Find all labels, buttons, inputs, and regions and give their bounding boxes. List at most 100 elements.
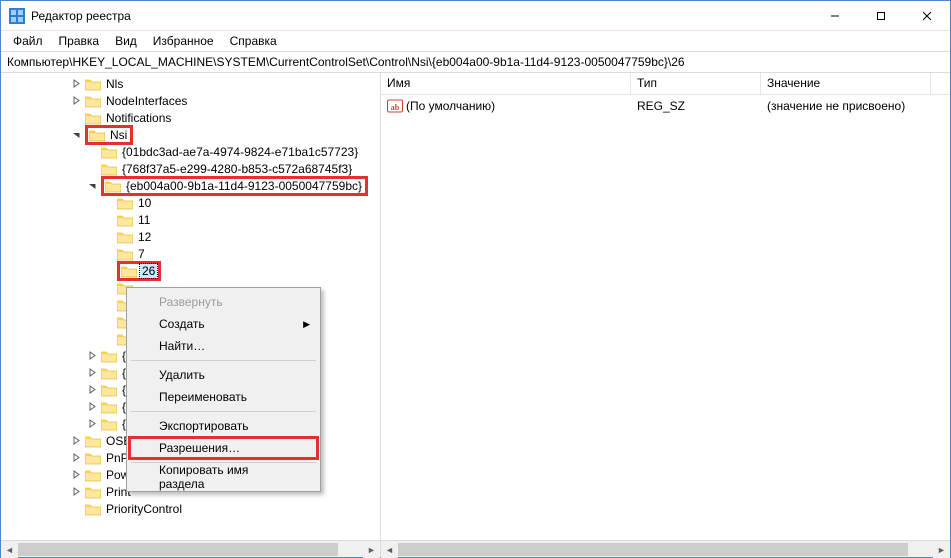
tree-item-label: {768f37a5-e299-4280-b853-c572a68745f3}	[120, 162, 354, 176]
string-value-icon	[387, 98, 403, 114]
tree-item[interactable]: {01bdc3ad-ae7a-4974-9824-e71ba1c57723}	[5, 143, 380, 160]
chevron-right-icon[interactable]	[69, 468, 83, 482]
context-item[interactable]: Переименовать	[129, 386, 318, 408]
context-item[interactable]: Экспортировать	[129, 415, 318, 437]
folder-icon	[117, 247, 133, 261]
tree-item-label: Notifications	[104, 111, 173, 125]
tree-item-label: 11	[136, 213, 152, 227]
chevron-right-icon[interactable]	[69, 434, 83, 448]
tree-item-label: PriorityControl	[104, 502, 184, 516]
column-data[interactable]: Значение	[761, 73, 931, 94]
scroll-left-icon[interactable]: ◄	[381, 541, 398, 558]
scroll-thumb[interactable]	[18, 543, 338, 556]
value-type: REG_SZ	[631, 99, 761, 113]
menu-edit[interactable]: Правка	[51, 32, 108, 50]
value-data: (значение не присвоено)	[761, 99, 931, 113]
context-item-label: Развернуть	[159, 295, 223, 309]
maximize-button[interactable]	[858, 1, 904, 31]
tree-item[interactable]: {eb004a00-9b1a-11d4-9123-0050047759bc}	[5, 177, 380, 194]
chevron-right-icon[interactable]	[85, 366, 99, 380]
scroll-thumb[interactable]	[398, 543, 908, 556]
chevron-down-icon[interactable]	[85, 179, 99, 193]
titlebar: Редактор реестра	[1, 1, 950, 31]
tree-item-label: {01bdc3ad-ae7a-4974-9824-e71ba1c57723}	[120, 145, 360, 159]
context-item[interactable]: Создать ▶	[129, 313, 318, 335]
chevron-right-icon[interactable]	[85, 383, 99, 397]
regedit-icon	[9, 8, 25, 24]
column-type[interactable]: Тип	[631, 73, 761, 94]
folder-icon	[121, 264, 137, 278]
chevron-right-icon[interactable]	[69, 77, 83, 91]
chevron-right-icon[interactable]	[85, 349, 99, 363]
value-row[interactable]: (По умолчанию) REG_SZ(значение не присвое…	[381, 97, 950, 114]
folder-icon	[85, 77, 101, 91]
value-name: (По умолчанию)	[406, 99, 495, 113]
context-separator	[131, 411, 316, 412]
folder-icon	[101, 366, 117, 380]
scroll-right-icon[interactable]: ►	[933, 541, 950, 558]
folder-icon	[85, 94, 101, 108]
context-item[interactable]: Разрешения…	[129, 437, 318, 459]
context-item[interactable]: Удалить	[129, 364, 318, 386]
app-window: Редактор реестра Файл Правка Вид Избранн…	[0, 0, 951, 558]
context-item-label: Экспортировать	[159, 419, 249, 433]
chevron-right-icon[interactable]	[69, 94, 83, 108]
chevron-right-icon[interactable]	[69, 485, 83, 499]
tree-item-label: 7	[136, 247, 147, 261]
menubar: Файл Правка Вид Избранное Справка	[1, 31, 950, 51]
address-bar	[1, 51, 950, 73]
menu-help[interactable]: Справка	[222, 32, 285, 50]
context-item[interactable]: Копировать имя раздела	[129, 466, 318, 488]
tree-item[interactable]: NodeInterfaces	[5, 92, 380, 109]
tree-item-label: Nls	[104, 77, 125, 91]
chevron-right-icon[interactable]	[85, 400, 99, 414]
folder-icon	[85, 434, 101, 448]
tree-item[interactable]: 12	[5, 228, 380, 245]
submenu-arrow-icon: ▶	[303, 319, 310, 330]
folder-icon	[117, 230, 133, 244]
chevron-right-icon[interactable]	[85, 417, 99, 431]
menu-file[interactable]: Файл	[5, 32, 51, 50]
folder-icon	[85, 485, 101, 499]
folder-icon	[85, 111, 101, 125]
context-item-label: Переименовать	[159, 390, 247, 404]
tree-item-label: 10	[136, 196, 153, 210]
folder-icon	[101, 349, 117, 363]
address-input[interactable]	[5, 54, 946, 70]
tree-item[interactable]: 11	[5, 211, 380, 228]
menu-view[interactable]: Вид	[107, 32, 145, 50]
tree-item[interactable]: 26	[5, 262, 380, 279]
context-separator	[131, 360, 316, 361]
context-menu[interactable]: Развернуть Создать ▶ Найти… Удалить Переимено…	[126, 287, 321, 492]
tree-item[interactable]: PriorityControl	[5, 500, 380, 517]
context-item-label: Копировать имя раздела	[159, 463, 294, 491]
folder-icon	[101, 400, 117, 414]
tree-item[interactable]: 7	[5, 245, 380, 262]
value-list-header: Имя Тип Значение	[381, 73, 950, 95]
list-hscrollbar[interactable]: ◄ ►	[381, 540, 950, 557]
close-button[interactable]	[904, 1, 950, 31]
column-name[interactable]: Имя	[381, 73, 631, 94]
chevron-right-icon[interactable]	[69, 451, 83, 465]
chevron-down-icon[interactable]	[69, 128, 83, 142]
tree-item[interactable]: Nsi	[5, 126, 380, 143]
tree-hscrollbar[interactable]: ◄ ►	[1, 540, 380, 557]
tree-item-label: Nsi	[108, 128, 129, 142]
value-list-body[interactable]: (По умолчанию) REG_SZ(значение не присвое…	[381, 95, 950, 540]
folder-icon	[117, 213, 133, 227]
scroll-left-icon[interactable]: ◄	[1, 541, 18, 558]
tree-item-label: NodeInterfaces	[104, 94, 189, 108]
folder-icon	[85, 468, 101, 482]
tree-item[interactable]: {768f37a5-e299-4280-b853-c572a68745f3}	[5, 160, 380, 177]
folder-icon	[101, 162, 117, 176]
value-list-pane: Имя Тип Значение (По умолчанию) REG_SZ(зн…	[381, 73, 950, 557]
scroll-right-icon[interactable]: ►	[363, 541, 380, 558]
context-item[interactable]: Найти…	[129, 335, 318, 357]
tree-item[interactable]: Notifications	[5, 109, 380, 126]
tree-item-label: {eb004a00-9b1a-11d4-9123-0050047759bc}	[124, 179, 364, 193]
menu-favorites[interactable]: Избранное	[145, 32, 222, 50]
tree-item[interactable]: 10	[5, 194, 380, 211]
context-item-label: Создать	[159, 317, 205, 331]
tree-item[interactable]: Nls	[5, 75, 380, 92]
minimize-button[interactable]	[812, 1, 858, 31]
